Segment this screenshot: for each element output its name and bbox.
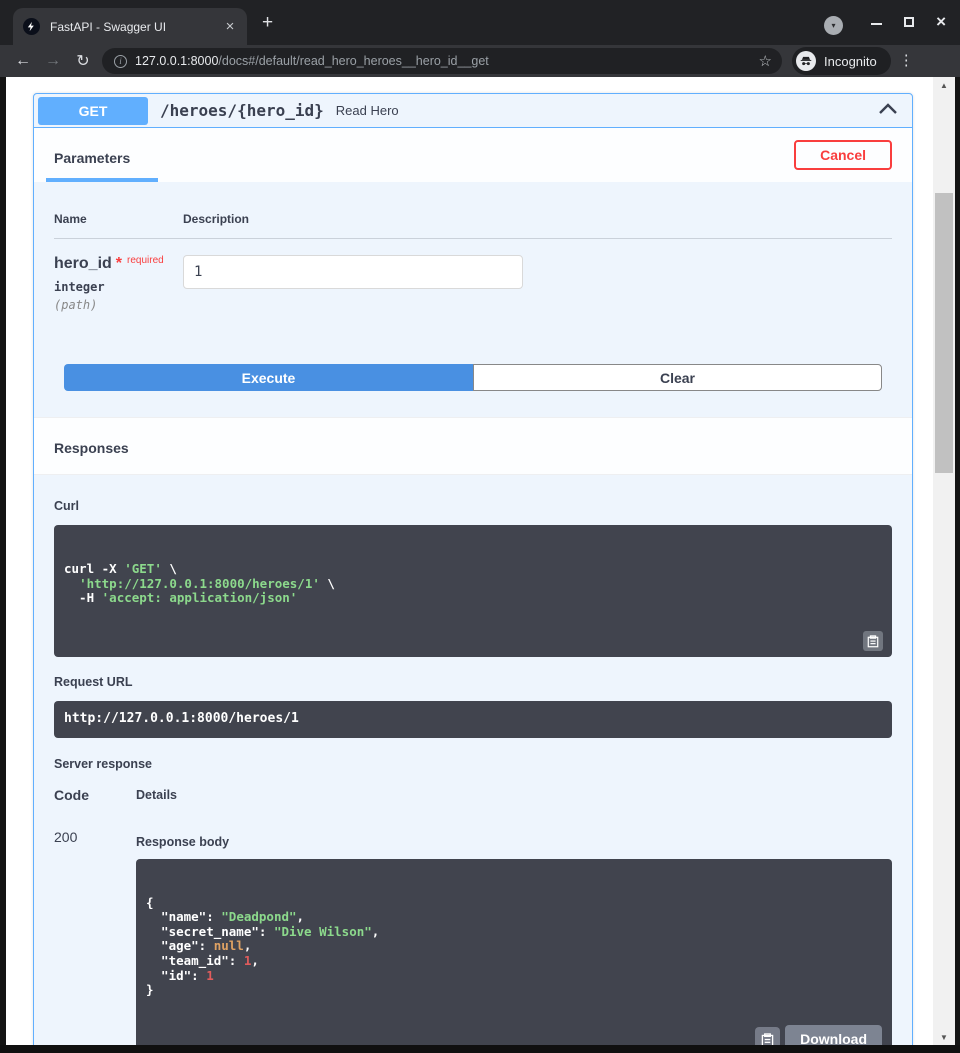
browser-menu-icon[interactable]: ⋮	[899, 58, 914, 64]
endpoint-summary: Read Hero	[336, 103, 399, 118]
opblock-header[interactable]: GET /heroes/{hero_id} Read Hero	[34, 94, 912, 128]
parameters-table: Name Description hero_id* required intege…	[34, 182, 912, 391]
scrollbar-thumb[interactable]	[935, 193, 953, 473]
collapse-chevron-icon[interactable]	[878, 102, 898, 120]
request-url-label: Request URL	[54, 675, 892, 689]
details-header: Details	[136, 787, 892, 802]
request-url-block: http://127.0.0.1:8000/heroes/1	[54, 701, 892, 738]
page-scrollbar[interactable]: ▲ ▼	[933, 77, 955, 1045]
code-header: Code	[54, 787, 136, 803]
download-button[interactable]: Download	[785, 1025, 882, 1045]
swagger-page: GET /heroes/{hero_id} Read Hero Paramete…	[6, 77, 933, 1045]
url-text: 127.0.0.1:8000/docs#/default/read_hero_h…	[135, 54, 753, 68]
incognito-badge: Incognito	[792, 47, 891, 75]
url-bar[interactable]: i 127.0.0.1:8000/docs#/default/read_hero…	[102, 48, 782, 74]
forward-icon[interactable]: →	[38, 52, 68, 70]
server-response-table: Code 200 Details Response body { "name":…	[54, 787, 892, 1046]
execute-bar: Execute Clear	[64, 364, 882, 391]
browser-tab[interactable]: FastAPI - Swagger UI ×	[13, 8, 247, 45]
cancel-button[interactable]: Cancel	[794, 140, 892, 170]
hero-id-input[interactable]	[183, 255, 523, 289]
tab-parameters[interactable]: Parameters	[46, 134, 158, 182]
incognito-label: Incognito	[824, 54, 877, 69]
status-code: 200	[54, 829, 136, 845]
curl-label: Curl	[54, 499, 892, 513]
window-border-left	[0, 77, 6, 1053]
responses-body: Curl curl -X 'GET' \ 'http://127.0.0.1:8…	[34, 475, 912, 1045]
curl-command-text: curl -X 'GET' \ 'http://127.0.0.1:8000/h…	[64, 562, 882, 606]
window-minimize-button[interactable]	[871, 14, 882, 25]
response-body-label: Response body	[136, 835, 892, 849]
clear-button[interactable]: Clear	[473, 364, 882, 391]
browser-tab-strip: FastAPI - Swagger UI × + ▾ ×	[0, 0, 960, 45]
param-type: integer	[54, 280, 183, 294]
opblock-get-heroes: GET /heroes/{hero_id} Read Hero Paramete…	[33, 93, 913, 1045]
site-info-icon[interactable]: i	[114, 55, 127, 68]
scrollbar-up-icon[interactable]: ▲	[933, 77, 955, 93]
bookmark-star-icon[interactable]: ☆	[759, 52, 772, 70]
window-border-right	[955, 77, 960, 1053]
incognito-icon	[796, 51, 816, 71]
param-name-header: Name	[54, 212, 183, 226]
required-asterisk: *	[116, 255, 122, 272]
browser-toolbar: ← → ↻ i 127.0.0.1:8000/docs#/default/rea…	[0, 45, 960, 77]
window-close-button[interactable]: ×	[936, 15, 946, 29]
scrollbar-down-icon[interactable]: ▼	[933, 1029, 955, 1045]
copy-response-button[interactable]	[755, 1027, 780, 1045]
window-border-bottom	[0, 1045, 960, 1053]
http-method-badge: GET	[38, 97, 148, 125]
param-name: hero_id	[54, 255, 112, 272]
tab-close-icon[interactable]: ×	[221, 18, 239, 36]
tab-title: FastAPI - Swagger UI	[50, 20, 221, 34]
param-row: hero_id* required integer (path)	[54, 239, 892, 312]
param-location: (path)	[54, 298, 183, 312]
new-tab-button[interactable]: +	[262, 13, 273, 32]
server-response-label: Server response	[54, 757, 892, 771]
response-body-block: { "name": "Deadpond", "secret_name": "Di…	[136, 859, 892, 1046]
tab-search-icon[interactable]: ▾	[824, 16, 843, 35]
required-label: required	[127, 255, 164, 266]
param-description-header: Description	[183, 212, 892, 226]
window-maximize-button[interactable]	[904, 17, 914, 27]
reload-icon[interactable]: ↻	[68, 51, 98, 71]
response-body-json: { "name": "Deadpond", "secret_name": "Di…	[146, 896, 882, 998]
param-value-cell	[183, 255, 892, 312]
responses-section-title: Responses	[34, 417, 912, 475]
endpoint-path: /heroes/{hero_id}	[160, 101, 324, 120]
fastapi-favicon-icon	[23, 18, 40, 35]
curl-command-block: curl -X 'GET' \ 'http://127.0.0.1:8000/h…	[54, 525, 892, 657]
url-path: /docs#/default/read_hero_heroes__hero_id…	[218, 54, 488, 68]
parameters-section-header: Parameters Cancel	[34, 128, 912, 182]
execute-button[interactable]: Execute	[64, 364, 473, 391]
param-name-cell: hero_id* required integer (path)	[54, 255, 183, 312]
copy-curl-button[interactable]	[863, 631, 883, 651]
url-host: 127.0.0.1:8000	[135, 54, 218, 68]
back-icon[interactable]: ←	[8, 52, 38, 70]
